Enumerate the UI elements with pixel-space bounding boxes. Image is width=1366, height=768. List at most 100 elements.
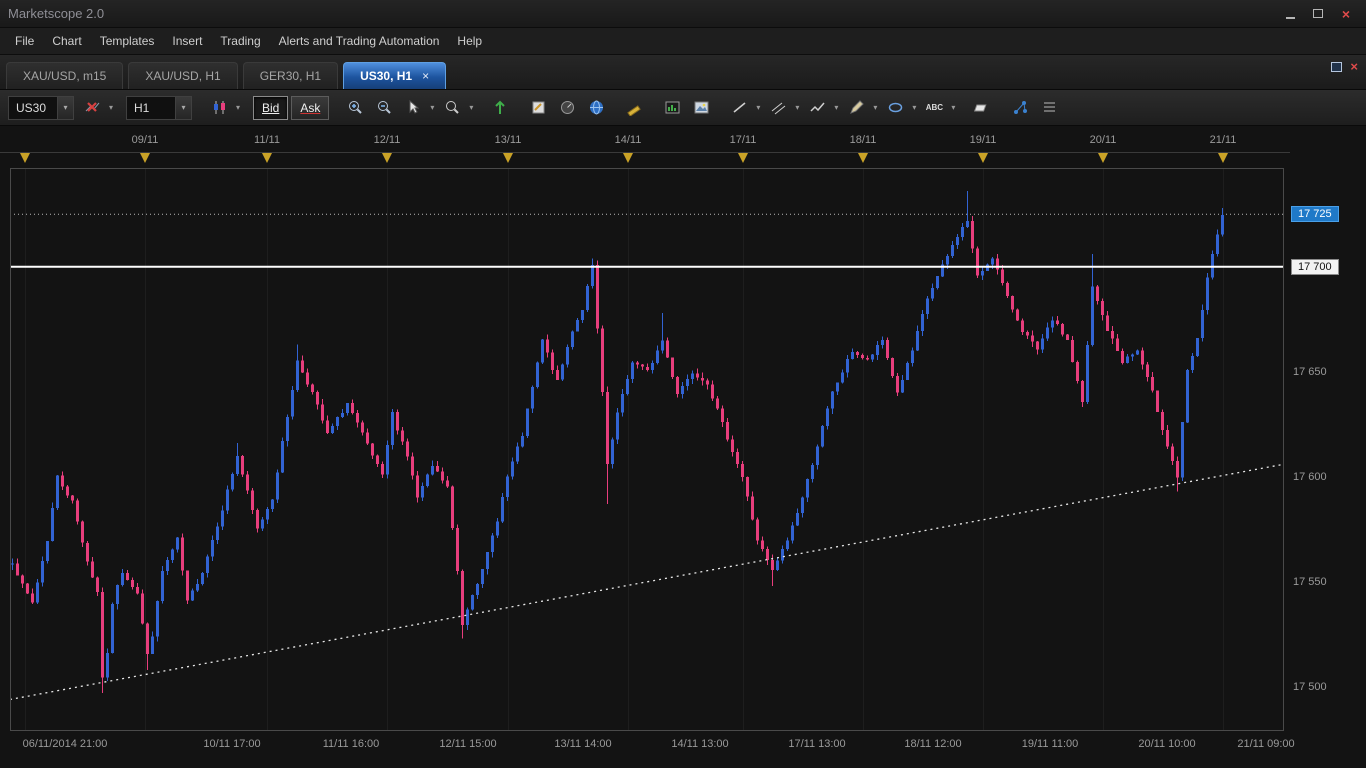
day-flag-icon bbox=[262, 153, 272, 163]
menu-file[interactable]: File bbox=[6, 30, 43, 52]
toolbar-separator bbox=[649, 96, 658, 120]
toolbar-separator bbox=[332, 96, 341, 120]
tab-label: XAU/USD, H1 bbox=[145, 69, 221, 83]
menu-alerts-and-trading-automation[interactable]: Alerts and Trading Automation bbox=[270, 30, 449, 52]
minimize-icon[interactable] bbox=[1278, 5, 1302, 23]
bottom-axis-time: 17/11 13:00 bbox=[788, 738, 846, 750]
price-chart[interactable] bbox=[9, 168, 1285, 731]
list-icon[interactable] bbox=[1035, 95, 1063, 121]
chart-type-icon-group: ▾ bbox=[205, 95, 243, 121]
day-flag-icon bbox=[978, 153, 988, 163]
chart-type-icon[interactable] bbox=[205, 95, 233, 121]
menu-help[interactable]: Help bbox=[448, 30, 491, 52]
globe-icon[interactable] bbox=[582, 95, 610, 121]
bid-button-label: Bid bbox=[262, 100, 280, 115]
bid-button[interactable]: Bid bbox=[253, 95, 289, 120]
menu-chart[interactable]: Chart bbox=[43, 30, 90, 52]
top-axis-date: 18/11 bbox=[849, 134, 877, 146]
chart-region: 09/11 11/11 12/11 13/11 14/11 17/11 18/11 19/11… bbox=[0, 126, 1366, 768]
cursor-icon[interactable] bbox=[399, 95, 427, 121]
note-icon-group bbox=[524, 95, 552, 121]
toolbar-separator bbox=[244, 96, 253, 120]
top-ruler-line bbox=[0, 152, 1290, 153]
price-axis-label: 17 650 bbox=[1293, 365, 1327, 378]
bottom-axis-time: 12/11 15:00 bbox=[439, 738, 497, 750]
bottom-axis-time: 20/11 10:00 bbox=[1138, 738, 1196, 750]
top-axis-date: 14/11 bbox=[614, 134, 642, 146]
mdi-close-icon[interactable]: × bbox=[1350, 60, 1358, 73]
chevron-down-icon[interactable]: ▾ bbox=[175, 96, 191, 119]
tab-ger30-h1[interactable]: GER30, H1 bbox=[242, 62, 339, 89]
magnifier-icon-dropdown[interactable]: ▾ bbox=[466, 96, 476, 120]
chart-type-icon-dropdown[interactable]: ▾ bbox=[233, 96, 243, 120]
top-axis-date: 20/11 bbox=[1089, 134, 1117, 146]
period-combo[interactable]: H1 ▾ bbox=[126, 95, 192, 120]
line-tool-icon-group: ▾ bbox=[725, 95, 763, 121]
line-price-badge: 17 700 bbox=[1291, 258, 1339, 275]
pencil-tool-icon[interactable] bbox=[842, 95, 870, 121]
pencil-tool-icon-dropdown[interactable]: ▾ bbox=[870, 96, 880, 120]
day-flag-icon bbox=[1218, 153, 1228, 163]
restore-icon[interactable] bbox=[1306, 5, 1330, 23]
polyline-tool-icon-dropdown[interactable]: ▾ bbox=[831, 96, 841, 120]
ask-button[interactable]: Ask bbox=[291, 95, 330, 120]
tab-xau-usd-h1[interactable]: XAU/USD, H1 bbox=[128, 62, 238, 89]
bottom-axis-time: 19/11 11:00 bbox=[1021, 738, 1079, 750]
zoom-in-icon[interactable] bbox=[341, 95, 369, 121]
remove-symbol-icon[interactable] bbox=[78, 95, 106, 121]
ellipse-tool-icon[interactable] bbox=[881, 95, 909, 121]
symbol-combo[interactable]: US30 ▾ bbox=[8, 95, 74, 120]
menu-templates[interactable]: Templates bbox=[91, 30, 164, 52]
note-icon[interactable] bbox=[524, 95, 552, 121]
bottom-axis-time: 18/11 12:00 bbox=[904, 738, 962, 750]
line-tool-icon[interactable] bbox=[725, 95, 753, 121]
zoom-out-icon[interactable] bbox=[370, 95, 398, 121]
toolbar-separator bbox=[515, 96, 524, 120]
toolbar-separator bbox=[117, 96, 126, 120]
close-icon[interactable]: × bbox=[1334, 5, 1358, 23]
indicator-dial-icon[interactable] bbox=[553, 95, 581, 121]
share-icon-group bbox=[1006, 95, 1034, 121]
text-tool-icon-dropdown[interactable]: ▾ bbox=[948, 96, 958, 120]
autoscale-icon-group bbox=[486, 95, 514, 121]
channel-tool-icon[interactable] bbox=[764, 95, 792, 121]
share-icon[interactable] bbox=[1006, 95, 1034, 121]
magnifier-icon[interactable] bbox=[438, 95, 466, 121]
line-tool-icon-dropdown[interactable]: ▾ bbox=[753, 96, 763, 120]
chart-image-icon[interactable] bbox=[658, 95, 686, 121]
snapshot-icon[interactable] bbox=[687, 95, 715, 121]
toolbar-separator bbox=[611, 96, 620, 120]
toolbar-separator bbox=[477, 96, 486, 120]
candlestick-plot[interactable] bbox=[9, 168, 1285, 731]
bottom-axis-time: 10/11 17:00 bbox=[203, 738, 261, 750]
tab-xau-usd-m15[interactable]: XAU/USD, m15 bbox=[6, 62, 124, 89]
tab-label: GER30, H1 bbox=[259, 69, 322, 83]
remove-symbol-icon-dropdown[interactable]: ▾ bbox=[106, 96, 116, 120]
marketscope-window: Marketscope 2.0 × File Chart Templates Inse… bbox=[0, 0, 1366, 768]
autoscale-icon[interactable] bbox=[486, 95, 514, 121]
cursor-icon-dropdown[interactable]: ▾ bbox=[427, 96, 437, 120]
day-flag-icon bbox=[1098, 153, 1108, 163]
day-flag-icon bbox=[140, 153, 150, 163]
mdi-restore-icon[interactable] bbox=[1331, 62, 1343, 72]
tab-close-icon[interactable]: × bbox=[422, 69, 429, 83]
cursor-icon-group: ▾ bbox=[399, 95, 437, 121]
ellipse-tool-icon-dropdown[interactable]: ▾ bbox=[909, 96, 919, 120]
polyline-tool-icon[interactable] bbox=[803, 95, 831, 121]
chevron-down-icon[interactable]: ▾ bbox=[57, 96, 73, 119]
menu-insert[interactable]: Insert bbox=[163, 30, 211, 52]
eraser-icon[interactable] bbox=[968, 95, 996, 121]
pencil-tool-icon-group: ▾ bbox=[842, 95, 880, 121]
channel-tool-icon-dropdown[interactable]: ▾ bbox=[792, 96, 802, 120]
text-tool-icon[interactable]: ABC bbox=[920, 95, 948, 121]
symbol-combo-value: US30 bbox=[16, 100, 47, 115]
eraser-icon-group bbox=[968, 95, 996, 121]
measure-icon[interactable] bbox=[620, 95, 648, 121]
zoom-out-icon-group bbox=[370, 95, 398, 121]
tab-label: XAU/USD, m15 bbox=[23, 69, 107, 83]
menu-trading[interactable]: Trading bbox=[211, 30, 269, 52]
tab-label: US30, H1 bbox=[360, 69, 413, 83]
price-axis-label: 17 600 bbox=[1293, 470, 1327, 483]
top-axis-date: 13/11 bbox=[494, 134, 522, 146]
tab-us30-h1[interactable]: US30, H1 × bbox=[343, 62, 447, 89]
